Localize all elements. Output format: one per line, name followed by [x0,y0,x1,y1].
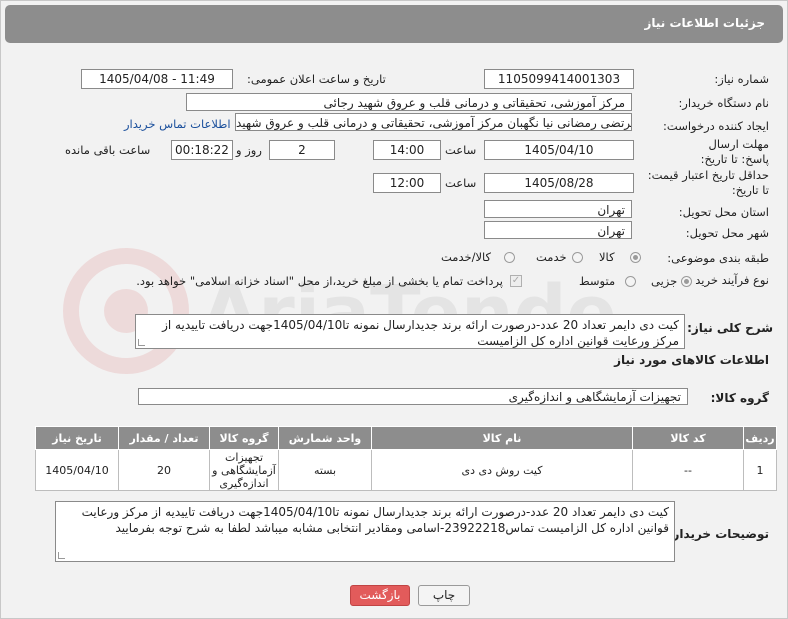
category-radio-goods-service[interactable] [504,252,515,263]
col-unit: واحد شمارش [278,426,372,450]
purchase-process-label: نوع فرآیند خرید : [687,273,769,287]
buyer-notes-label: توضیحات خریدار: [667,527,769,541]
price-validity-label: حداقل تاریخ اعتبار قیمت: تا تاریخ: [647,168,769,197]
item-code-cell: -- [632,449,744,491]
goods-table: ردیف کد کالا نام کالا واحد شمارش گروه کا… [35,426,777,491]
need-date-cell: 1405/04/10 [35,449,119,491]
price-validity-date-field: 1405/08/28 [484,173,634,193]
buyer-org-field: مرکز آموزشی، تحقیقاتی و درمانی قلب و عرو… [186,93,632,111]
process-radio-medium[interactable] [625,276,636,287]
resize-grip-icon[interactable] [58,552,65,559]
col-item-group: گروه کالا [209,426,279,450]
buyer-notes-value: کیت دی دایمر تعداد 20 عدد-درصورت ارائه ب… [81,505,669,535]
col-need-date: تاریخ نیاز [35,426,119,450]
delivery-city-field: تهران [484,221,632,239]
request-creator-field: مرتضی رمضانی نیا نگهبان مرکز آموزشی، تحق… [235,113,632,131]
need-number-field: 1105099414001303 [484,69,634,89]
price-validity-time-label: ساعت [445,176,477,190]
delivery-province-label: استان محل تحویل: [678,205,769,219]
deadline-date-field: 1405/04/10 [484,140,634,160]
row-number-cell: 1 [743,449,777,491]
days-label: روز و [236,143,262,157]
table-row: 1 -- کیت روش دی دی بسته تجهیزات آزمایشگا… [35,449,777,491]
col-item-code: کد کالا [632,426,744,450]
buyer-org-label: نام دستگاه خریدار: [678,96,769,110]
process-option-minor: جزیی [651,274,678,288]
col-item-name: نام کالا [371,426,633,450]
deadline-time-label: ساعت [445,143,477,157]
goods-table-header: ردیف کد کالا نام کالا واحد شمارش گروه کا… [35,426,777,450]
item-group-cell: تجهیزات آزمایشگاهی و اندازه‌گیری [209,449,279,491]
deadline-time-field: 14:00 [373,140,441,160]
goods-group-label: گروه کالا: [710,391,769,405]
announce-datetime-label: تاریخ و ساعت اعلان عمومی: [247,72,386,86]
need-number-label: شماره نیاز: [714,72,769,86]
delivery-province-field: تهران [484,200,632,218]
need-description-label: شرح کلی نیاز: [687,321,773,335]
page-frame: جزئیات اطلاعات نیاز AriaTender.net شماره… [0,0,788,619]
remaining-time-field: 00:18:22 [171,140,233,160]
buyer-contact-link[interactable]: اطلاعات تماس خریدار [124,117,231,131]
treasury-payment-note: پرداخت تمام یا بخشی از مبلغ خرید،از محل … [136,274,503,288]
process-radio-minor[interactable] [681,276,692,287]
category-option-goods: کالا [599,250,615,264]
request-creator-label: ایجاد کننده درخواست: [663,119,769,133]
remaining-days-field: 2 [269,140,335,160]
buyer-notes-text: کیت دی دایمر تعداد 20 عدد-درصورت ارائه ب… [55,501,675,562]
goods-section-title: اطلاعات کالاهای مورد نیاز [614,353,769,367]
announce-datetime-field: 1405/04/08 - 11:49 [81,69,233,89]
item-name-cell: کیت روش دی دی [371,449,633,491]
watermark-logo: AriaTender.net [63,248,621,374]
category-radio-goods[interactable] [630,252,641,263]
col-quantity: تعداد / مقدار [118,426,210,450]
goods-group-field: تجهیزات آزمایشگاهی و اندازه‌گیری [138,388,688,405]
resize-grip-icon[interactable] [138,339,145,346]
back-button[interactable]: بازگشت [350,585,410,606]
need-description-value: کیت دی دایمر تعداد 20 عدد-درصورت ارائه ب… [162,318,679,348]
category-option-service: خدمت [536,250,567,264]
print-button[interactable]: چاپ [418,585,470,606]
process-option-medium: متوسط [579,274,616,288]
col-row-number: ردیف [743,426,777,450]
quantity-cell: 20 [118,449,210,491]
delivery-city-label: شهر محل تحویل: [685,226,769,240]
category-radio-service[interactable] [572,252,583,263]
treasury-payment-checkbox[interactable]: ✓ [510,275,522,287]
page-title: جزئیات اطلاعات نیاز [644,16,765,30]
category-option-goods-service: کالا/خدمت [441,250,492,264]
deadline-label: مهلت ارسال پاسخ: تا تاریخ: [700,137,769,166]
subject-category-label: طبقه بندی موضوعی: [667,251,769,265]
remaining-time-label: ساعت باقی مانده [65,143,151,157]
header-bar: جزئیات اطلاعات نیاز [5,5,783,43]
need-description-text: کیت دی دایمر تعداد 20 عدد-درصورت ارائه ب… [135,314,685,349]
price-validity-time-field: 12:00 [373,173,441,193]
unit-cell: بسته [278,449,372,491]
